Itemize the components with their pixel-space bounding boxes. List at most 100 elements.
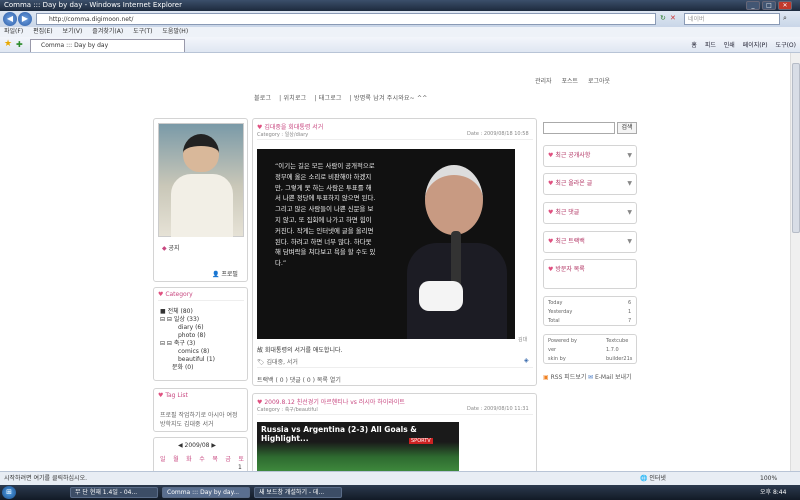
blog-search-button[interactable]: 검색: [617, 122, 637, 134]
back-button[interactable]: ◀: [3, 12, 17, 26]
refresh-icon[interactable]: ↻: [660, 14, 666, 22]
search-icon[interactable]: ⌕: [783, 14, 787, 23]
recent-trackbacks-box[interactable]: ♥ 최근 트랙백 ▼: [543, 231, 637, 253]
minimize-button[interactable]: _: [746, 1, 760, 10]
taskbar-item-1[interactable]: 무 단 현재 1.4일 - 04...: [70, 487, 158, 498]
blog-search-input[interactable]: [543, 122, 615, 134]
profile-notice[interactable]: ◆ 공지: [162, 243, 180, 252]
tag-trip[interactable]: 여정: [227, 412, 238, 419]
post-2-date: Date : 2009/08/10 11:31: [467, 406, 529, 412]
feeds-button[interactable]: 피드: [705, 42, 716, 49]
rss-link[interactable]: ▣ RSS 피드보기: [543, 372, 586, 381]
zoom-level[interactable]: 100%: [760, 472, 777, 485]
email-link[interactable]: ✉ E-Mail 보내기: [588, 372, 632, 381]
vertical-scrollbar[interactable]: [790, 53, 800, 471]
add-favorite-icon[interactable]: ✚: [16, 40, 23, 49]
post-1-footer[interactable]: 트랙백 ( 0 ) 댓글 ( 0 ) 목록 열기: [257, 375, 341, 384]
recent-notice-box[interactable]: ♥ 최근 공개사항 ▼: [543, 145, 637, 167]
address-input[interactable]: http://comma.digimoon.net/: [36, 13, 656, 25]
admin-link[interactable]: 관리자: [535, 78, 552, 85]
weekday-tue: 화: [186, 456, 192, 463]
category-item-soccer[interactable]: ⊟ ⊟ 축구 (3): [160, 340, 215, 348]
nav-location-log[interactable]: 위치로그: [284, 95, 307, 102]
taskbar-item-2[interactable]: Comma ::: Day by day...: [162, 487, 250, 498]
tag-work[interactable]: 작업하기로: [178, 412, 206, 419]
start-button[interactable]: ⊞: [2, 486, 16, 499]
logout-link[interactable]: 로그아웃: [588, 78, 610, 85]
close-button[interactable]: ✕: [778, 1, 792, 10]
category-item-all[interactable]: ■ 전체 (80): [160, 308, 215, 316]
weekday-mon: 월: [173, 456, 179, 463]
category-item-diary[interactable]: diary (6): [160, 324, 215, 332]
menu-bar: 파일(F) 편집(E) 보기(V) 즐겨찾기(A) 도구(T) 도움말(H): [0, 27, 800, 37]
post-link[interactable]: 포스트: [561, 78, 578, 85]
recent-comments-label: 최근 댓글: [555, 209, 580, 216]
recent-posts-box[interactable]: ♥ 최근 올라온 글 ▼: [543, 173, 637, 195]
profile-shirt: [171, 174, 233, 237]
powered-label: Powered by: [548, 338, 577, 344]
tag-profile[interactable]: 프로필: [160, 412, 177, 419]
category-comics-label: comics (8): [178, 348, 210, 355]
menu-tools[interactable]: 도구(T): [133, 28, 152, 35]
scrollbar-thumb[interactable]: [792, 63, 800, 233]
command-bar: 홈 피드 인쇄 페이지(P) 도구(O): [685, 40, 796, 49]
nav-tag-log[interactable]: 태그로그: [319, 95, 342, 102]
calendar-title[interactable]: ◀ 2009/08 ▶: [178, 442, 216, 449]
post-1-caption: 김대: [518, 337, 528, 343]
post-2-video[interactable]: Russia vs Argentina (2-3) All Goals & Hi…: [257, 422, 459, 472]
profile-name[interactable]: 👤 프로필: [212, 269, 238, 278]
nav-blog[interactable]: 블로그: [254, 95, 271, 102]
search-input[interactable]: 네이버: [684, 13, 780, 25]
tag-kimdaejung[interactable]: 김대중: [184, 421, 201, 428]
category-item-photo[interactable]: photo (8): [160, 332, 215, 340]
calendar-box: ◀ 2009/08 ▶ 일월화수목금토 1: [153, 437, 248, 471]
skin-value[interactable]: builder21s: [606, 356, 632, 362]
post-2-title[interactable]: ♥ 2009.8.12 친선경기 아르헨티나 vs 러시아 하이라이트: [257, 397, 405, 406]
stat-today-value: 6: [628, 300, 632, 306]
blog-nav: 블로그 | 위치로그 | 태그로그 | 방명록 남겨 주시와요~ ^^: [254, 95, 428, 102]
favorites-star-icon[interactable]: ★: [4, 39, 12, 49]
menu-view[interactable]: 보기(V): [63, 28, 83, 35]
taskbar-item-3[interactable]: 새 보드창 개설하기 - 데...: [254, 487, 342, 498]
print-button[interactable]: 인쇄: [724, 42, 735, 49]
post-1-category[interactable]: Category : 일상/diary: [257, 131, 308, 138]
category-item-daily[interactable]: ⊟ ⊟ 일상 (33): [160, 316, 215, 324]
maximize-button[interactable]: □: [762, 1, 776, 10]
chevron-down-icon: ▼: [627, 209, 632, 216]
powered-value[interactable]: Textcube: [606, 338, 628, 344]
menu-file[interactable]: 파일(F): [4, 28, 23, 35]
menu-help[interactable]: 도움말(H): [162, 28, 188, 35]
category-item-comics[interactable]: comics (8): [160, 348, 215, 356]
menu-edit[interactable]: 편집(E): [33, 28, 53, 35]
tag-vacation[interactable]: 방학지도: [160, 421, 182, 428]
calendar-day-1[interactable]: 1: [238, 464, 242, 471]
category-item-culture[interactable]: 문화 (0): [160, 364, 215, 372]
category-divider: [158, 300, 244, 301]
tools-menu-button[interactable]: 도구(O): [776, 42, 796, 49]
post-1-tags[interactable]: 🏷 김대중, 서거: [257, 357, 298, 366]
home-button[interactable]: 홈: [691, 42, 697, 49]
recent-comments-box[interactable]: ♥ 최근 댓글 ▼: [543, 202, 637, 224]
menu-favorites[interactable]: 즐겨찾기(A): [92, 28, 123, 35]
search-placeholder: 네이버: [688, 16, 705, 23]
tag-death[interactable]: 서거: [203, 421, 214, 428]
nav-guestbook[interactable]: 방명록 남겨 주시와요~ ^^: [354, 95, 427, 102]
weekday-sun: 일: [160, 456, 166, 463]
post-2-category[interactable]: Category : 축구/beautiful: [257, 406, 318, 413]
status-zone: 🌐 인터넷: [640, 475, 666, 482]
speaker-figure: [407, 159, 507, 339]
recent-notice-label: 최근 공개사항: [555, 152, 591, 159]
post-1-divider: [257, 139, 533, 140]
profile-box: ◆ 공지 👤 프로필: [153, 118, 248, 282]
visitors-box[interactable]: ♥ 방문자 목록: [543, 259, 637, 289]
category-item-beautiful[interactable]: beautiful (1): [160, 356, 215, 364]
post-1-footer-divider: [257, 367, 533, 368]
clock: 오후 8:44: [760, 489, 787, 496]
browser-tab[interactable]: Comma ::: Day by day: [30, 39, 185, 52]
stop-icon[interactable]: ✕: [670, 14, 676, 22]
page-menu-button[interactable]: 페이지(P): [743, 42, 768, 49]
tag-asia[interactable]: 아시아: [208, 412, 225, 419]
post-1-title[interactable]: ♥ 김대중을 회대통령 서거: [257, 122, 323, 131]
post-1-share-icon[interactable]: ◈: [524, 357, 529, 364]
forward-button[interactable]: ▶: [18, 12, 32, 26]
